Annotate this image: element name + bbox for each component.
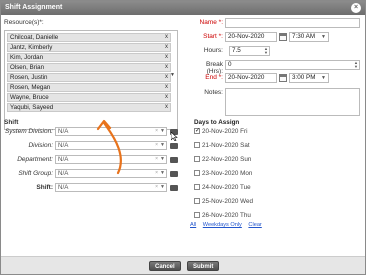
shift-group-label: Shift Group: — [18, 170, 53, 177]
resources-multiselect[interactable]: Chilcoat, Danielle x Jantz, Kimberly x Kim… — [4, 30, 178, 130]
checkbox[interactable] — [194, 198, 200, 204]
hours-input[interactable]: 7.5 ▲ ▼ — [229, 46, 270, 56]
break-label: Break (Hrs): — [206, 61, 223, 75]
remove-chip-icon[interactable]: x — [165, 94, 168, 101]
checkbox[interactable] — [194, 184, 200, 190]
end-time-select[interactable]: 3:00 PM ▼ — [289, 73, 329, 83]
remove-chip-icon[interactable]: x — [165, 54, 168, 61]
eraser-icon[interactable] — [170, 185, 178, 191]
day-select-links: All Weekdays Only Clear — [190, 222, 267, 228]
start-label: Start *: — [203, 33, 223, 40]
dialog-footer: Cancel Submit — [1, 256, 365, 274]
resource-chip: Chilcoat, Danielle x — [7, 33, 171, 42]
day-checkbox-row[interactable]: 25-Nov-2020 Wed — [194, 198, 253, 205]
close-icon[interactable]: × — [351, 3, 361, 13]
resource-chip: Jantz, Kimberly x — [7, 43, 171, 52]
dialog-title: Shift Assignment — [5, 4, 63, 11]
chevron-down-icon: ▼ — [160, 184, 165, 190]
day-checkbox-row[interactable]: 22-Nov-2020 Sun — [194, 156, 251, 163]
remove-chip-icon[interactable]: x — [165, 74, 168, 81]
start-time-select[interactable]: 7:30 AM ▼ — [289, 32, 329, 42]
checkbox[interactable] — [194, 212, 200, 218]
hours-label: Hours: — [203, 47, 223, 54]
checkbox[interactable] — [194, 170, 200, 176]
day-checkbox-row[interactable]: 20-Nov-2020 Fri — [194, 127, 248, 135]
shift-section-header: Shift — [4, 119, 19, 126]
dialog-titlebar: Shift Assignment × — [1, 1, 365, 15]
start-date-input[interactable]: 20-Nov-2020 — [225, 32, 277, 42]
clear-link[interactable]: Clear — [248, 222, 261, 228]
eraser-icon[interactable] — [170, 157, 178, 163]
chevron-down-icon: ▼ — [160, 156, 165, 162]
day-checkbox-row[interactable]: 23-Nov-2020 Mon — [194, 170, 252, 177]
checkbox[interactable] — [194, 156, 200, 162]
notes-textarea[interactable] — [225, 88, 360, 116]
remove-chip-icon[interactable]: x — [165, 44, 168, 51]
remove-chip-icon[interactable]: x — [165, 84, 168, 91]
cancel-button[interactable]: Cancel — [149, 261, 181, 271]
clear-icon: × — [155, 184, 158, 190]
days-to-assign-header: Days to Assign — [194, 119, 240, 126]
select-all-link[interactable]: All — [190, 222, 196, 228]
clear-icon: × — [155, 170, 158, 176]
eraser-icon[interactable] — [170, 171, 178, 177]
remove-chip-icon[interactable]: x — [165, 64, 168, 71]
end-date-input[interactable]: 20-Nov-2020 — [225, 73, 277, 83]
chevron-down-icon: ▼ — [321, 75, 326, 81]
chevron-down-icon[interactable]: ▼ — [170, 72, 175, 78]
spinner-icon[interactable]: ▲ ▼ — [264, 47, 268, 55]
end-label: End *: — [205, 74, 223, 81]
resource-chip: Olsen, Brian x — [7, 63, 171, 72]
resources-label: Resource(s)*: — [4, 19, 44, 26]
resource-chip: Kim, Jordan x — [7, 53, 171, 62]
division-label: Division: — [28, 142, 53, 149]
shift-select[interactable]: N/A × ▼ — [55, 183, 167, 192]
resource-chip: Rosen, Megan x — [7, 83, 171, 92]
chevron-down-icon: ▼ — [160, 170, 165, 176]
break-input[interactable]: 0 ▲ ▼ — [225, 60, 360, 70]
name-input[interactable] — [225, 18, 360, 28]
eraser-icon[interactable] — [170, 143, 178, 149]
clear-icon: × — [155, 156, 158, 162]
chevron-down-icon: ▼ — [160, 128, 165, 134]
shift-assignment-dialog: Shift Assignment × Resource(s)*: Chilcoa… — [0, 0, 366, 275]
department-label: Department: — [17, 156, 53, 163]
resource-chip: Wayne, Bruce x — [7, 93, 171, 102]
shift-label: Shift: — [36, 184, 53, 191]
annotation-arrow-icon — [96, 119, 122, 175]
spinner-icon[interactable]: ▲ ▼ — [354, 61, 358, 69]
clear-icon: × — [155, 142, 158, 148]
checkbox[interactable] — [194, 127, 200, 134]
name-label: Name *: — [199, 19, 223, 26]
weekdays-only-link[interactable]: Weekdays Only — [203, 222, 242, 228]
resources-dropdown[interactable]: ▼ — [169, 32, 176, 128]
chevron-down-icon: ▼ — [160, 142, 165, 148]
remove-chip-icon[interactable]: x — [165, 34, 168, 41]
calendar-icon[interactable] — [279, 74, 287, 82]
clear-icon: × — [155, 128, 158, 134]
day-checkbox-row[interactable]: 26-Nov-2020 Thu — [194, 212, 251, 219]
mouse-cursor-icon — [171, 132, 178, 141]
checkbox[interactable] — [194, 142, 200, 148]
resource-chip: Yaqubi, Sayeed x — [7, 103, 171, 112]
dialog-body: Resource(s)*: Chilcoat, Danielle x Jantz,… — [1, 15, 365, 256]
system-division-label: System Division: — [4, 128, 53, 135]
day-checkbox-row[interactable]: 21-Nov-2020 Sat — [194, 142, 250, 149]
chevron-down-icon: ▼ — [321, 34, 326, 40]
notes-label: Notes: — [204, 89, 223, 96]
resource-chip: Rosen, Justin x — [7, 73, 171, 82]
calendar-icon[interactable] — [279, 33, 287, 41]
submit-button[interactable]: Submit — [187, 261, 220, 271]
remove-chip-icon[interactable]: x — [165, 104, 168, 111]
day-checkbox-row[interactable]: 24-Nov-2020 Tue — [194, 184, 251, 191]
